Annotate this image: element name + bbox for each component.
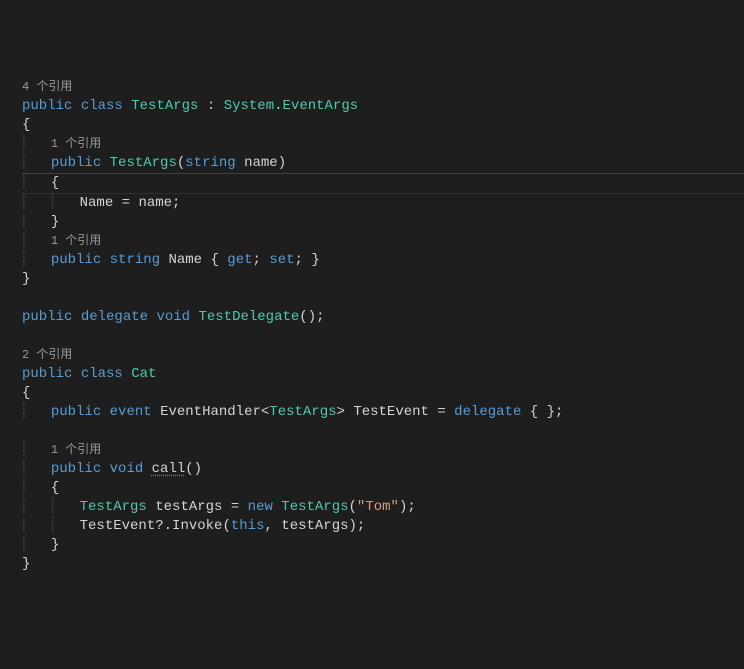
punct: . — [274, 98, 282, 114]
brace: { — [51, 175, 59, 191]
codelens-refs[interactable]: 4 个引用 — [22, 80, 72, 94]
keyword: delegate — [454, 404, 521, 420]
brace: } — [311, 252, 319, 268]
keyword: public — [51, 155, 101, 171]
param: name — [138, 195, 172, 211]
keyword: string — [185, 155, 235, 171]
keyword: new — [248, 499, 273, 515]
brace: } — [51, 214, 59, 230]
keyword: event — [110, 404, 152, 420]
punct: ; — [295, 252, 303, 268]
property: Name — [168, 252, 202, 268]
type-name: TestArgs — [269, 404, 336, 420]
punct: ; — [172, 195, 180, 211]
brace: { — [210, 252, 218, 268]
keyword: delegate — [81, 309, 148, 325]
keyword: string — [110, 252, 160, 268]
keyword: set — [269, 252, 294, 268]
indent-guide: ⸽ ⸽ — [22, 499, 80, 515]
keyword: get — [227, 252, 252, 268]
keyword: this — [231, 518, 265, 534]
punct: ) — [278, 155, 286, 171]
indent-guide: ⸽ — [22, 404, 51, 420]
string-literal: "Tom" — [357, 499, 399, 515]
brace: { }; — [530, 404, 564, 420]
type-name: TestArgs — [80, 499, 147, 515]
punct: = — [231, 499, 239, 515]
type-name: EventHandler — [160, 404, 261, 420]
indent-guide: ⸽ — [22, 214, 51, 230]
keyword: public — [51, 404, 101, 420]
brace: { — [22, 385, 30, 401]
punct: > — [337, 404, 345, 420]
property: Name — [80, 195, 114, 211]
punct: ?. — [155, 518, 172, 534]
keyword: public — [22, 98, 72, 114]
indent-guide: ⸽ — [22, 155, 51, 171]
brace: { — [51, 480, 59, 496]
keyword: public — [51, 252, 101, 268]
codelens-refs[interactable]: 1 个引用 — [51, 443, 101, 457]
punct: , — [264, 518, 281, 534]
method-name: call — [152, 461, 186, 477]
indent-guide: ⸽ ⸽ — [22, 195, 80, 211]
codelens-refs[interactable]: 1 个引用 — [51, 234, 101, 248]
keyword: class — [81, 98, 123, 114]
indent-guide: ⸽ — [22, 480, 51, 496]
indent-guide: ⸽ — [22, 136, 51, 152]
type-name: TestArgs — [131, 98, 198, 114]
local-var: testArgs — [155, 499, 222, 515]
type-name: TestArgs — [281, 499, 348, 515]
brace: } — [22, 556, 30, 572]
keyword: void — [110, 461, 144, 477]
param: name — [244, 155, 278, 171]
brace: } — [51, 537, 59, 553]
punct: () — [185, 461, 202, 477]
indent-guide: ⸽ — [22, 233, 51, 249]
type-name: System — [224, 98, 274, 114]
brace: } — [22, 271, 30, 287]
punct: (); — [299, 309, 324, 325]
type-name: TestArgs — [110, 155, 177, 171]
event-name: TestEvent — [353, 404, 429, 420]
indent-guide: ⸽ ⸽ — [22, 518, 80, 534]
punct: ; — [253, 252, 261, 268]
keyword: public — [51, 461, 101, 477]
codelens-refs[interactable]: 1 个引用 — [51, 137, 101, 151]
punct: ( — [222, 518, 230, 534]
punct: ); — [349, 518, 366, 534]
indent-guide: ⸽ — [22, 537, 51, 553]
type-name: TestDelegate — [198, 309, 299, 325]
code-editor[interactable]: 4 个引用 public class TestArgs : System.Eve… — [22, 78, 744, 574]
punct: ( — [177, 155, 185, 171]
punct: : — [207, 98, 215, 114]
indent-guide: ⸽ — [22, 175, 51, 191]
punct: = — [122, 195, 130, 211]
keyword: public — [22, 309, 72, 325]
type-name: Cat — [131, 366, 156, 382]
keyword: class — [81, 366, 123, 382]
local-var: testArgs — [281, 518, 348, 534]
indent-guide: ⸽ — [22, 442, 51, 458]
punct: ); — [399, 499, 416, 515]
keyword: void — [156, 309, 190, 325]
method-name: Invoke — [172, 518, 222, 534]
keyword: public — [22, 366, 72, 382]
indent-guide: ⸽ — [22, 461, 51, 477]
editor-divider: ⸽ { — [22, 173, 744, 194]
indent-guide: ⸽ — [22, 252, 51, 268]
punct: ( — [349, 499, 357, 515]
type-name: EventArgs — [283, 98, 359, 114]
event-name: TestEvent — [80, 518, 156, 534]
punct: = — [437, 404, 445, 420]
codelens-refs[interactable]: 2 个引用 — [22, 348, 72, 362]
brace: { — [22, 117, 30, 133]
